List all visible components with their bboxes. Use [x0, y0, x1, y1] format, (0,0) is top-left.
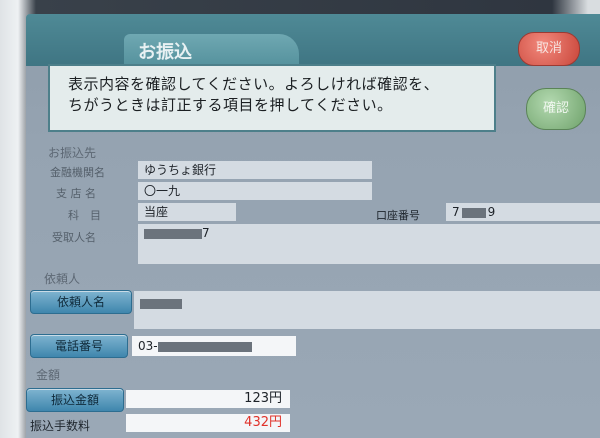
masked-digits — [461, 207, 486, 218]
sender-name-field — [134, 291, 600, 329]
phone-button[interactable]: 電話番号 — [30, 334, 128, 358]
cancel-button[interactable]: 取消 — [518, 32, 580, 66]
masked-phone — [157, 341, 252, 352]
phone-prefix: 03- — [138, 339, 158, 353]
fee-value: 432円 — [126, 414, 290, 432]
bank-label: 金融機関名 — [50, 166, 105, 179]
phone-field: 03- — [132, 336, 296, 356]
sender-name-button[interactable]: 依頼人名 — [30, 290, 132, 314]
account-number-prefix: 7 — [452, 205, 460, 219]
instruction-message: 表示内容を確認してください。よろしければ確認を、 ちがうときは訂正する項目を押し… — [48, 64, 496, 132]
message-line-1: 表示内容を確認してください。よろしければ確認を、 — [68, 75, 440, 93]
recipient-suffix: 7 — [202, 226, 210, 240]
masked-name — [144, 228, 202, 239]
account-type-value: 当座 — [138, 203, 236, 221]
message-line-2: ちがうときは訂正する項目を押してください。 — [68, 96, 393, 114]
payee-section-label: お振込先 — [48, 146, 97, 160]
recipient-value: 7 — [138, 224, 600, 264]
account-type-label: 科 目 — [68, 209, 101, 222]
confirm-button[interactable]: 確認 — [526, 88, 586, 130]
account-number-suffix: 9 — [487, 205, 496, 219]
transfer-amount-value: 123円 — [126, 390, 290, 408]
recipient-label: 受取人名 — [52, 231, 96, 244]
atm-screen: お振込 取消 表示内容を確認してください。よろしければ確認を、 ちがうときは訂正… — [26, 14, 600, 438]
bank-value: ゆうちょ銀行 — [138, 161, 372, 179]
sender-section-label: 依頼人 — [44, 272, 81, 286]
account-number-value: 79 — [446, 203, 600, 221]
branch-label: 支 店 名 — [56, 187, 96, 200]
branch-value: 〇一九 — [138, 182, 372, 200]
fee-label: 振込手数料 — [30, 419, 91, 433]
transfer-amount-button[interactable]: 振込金額 — [26, 388, 124, 412]
header-band — [26, 14, 600, 66]
amount-section-label: 金額 — [36, 368, 61, 382]
account-number-label: 口座番号 — [376, 209, 420, 222]
masked-sender-name — [140, 298, 182, 309]
